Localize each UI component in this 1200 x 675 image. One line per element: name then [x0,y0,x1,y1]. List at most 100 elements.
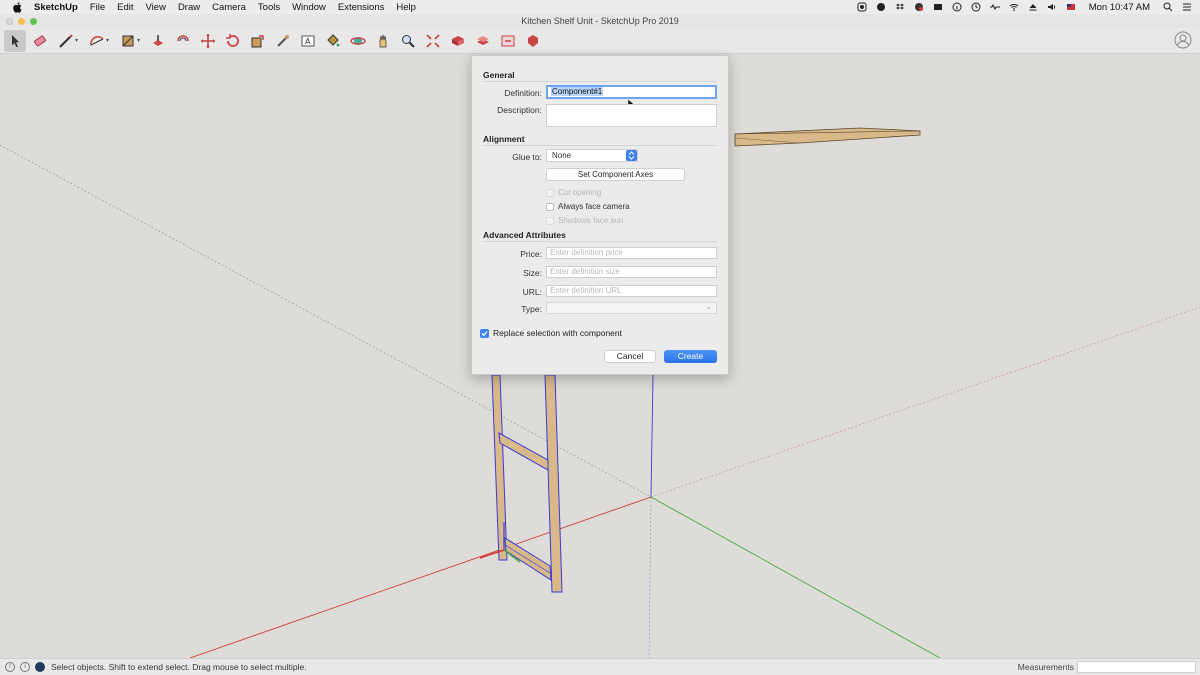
menu-help[interactable]: Help [396,2,416,13]
apple-icon[interactable] [12,1,24,13]
time-machine-icon[interactable] [971,2,981,12]
layout-tool-icon[interactable] [497,30,519,52]
alignment-section-title: Alignment [483,134,525,144]
notification-center-icon[interactable] [1182,2,1192,12]
shelf-board[interactable] [734,127,921,147]
flag-icon[interactable] [1066,2,1076,12]
general-section-title: General [483,70,515,80]
zoom-tool-icon[interactable] [397,30,419,52]
menu-file[interactable]: File [90,2,105,13]
pan-tool-icon[interactable] [372,30,394,52]
measurements-label: Measurements [1017,662,1074,672]
eject-icon[interactable] [1028,2,1038,12]
extension-warehouse-icon[interactable] [472,30,494,52]
info-icon[interactable] [952,2,962,12]
type-select[interactable]: ⌄ [546,302,717,314]
glue-to-select[interactable]: None [546,149,638,162]
shadows-face-sun-checkbox [546,216,554,225]
cancel-button[interactable]: Cancel [604,350,656,363]
menu-tools[interactable]: Tools [258,2,280,13]
glue-to-label: Glue to: [512,152,542,162]
menu-app-name[interactable]: SketchUp [34,2,78,13]
type-label: Type: [521,304,542,314]
paint-bucket-tool-icon[interactable] [322,30,344,52]
menu-extensions[interactable]: Extensions [338,2,384,13]
text-tool-icon[interactable]: A [297,30,319,52]
create-component-dialog: General Definition: Component#1 Descript… [471,55,729,375]
move-tool-icon[interactable] [197,30,219,52]
always-face-camera-checkbox[interactable] [546,202,554,211]
description-label: Description: [497,105,542,115]
eraser-tool-icon[interactable] [29,30,51,52]
select-arrows-icon [626,150,637,161]
select-tool-icon[interactable] [4,29,26,52]
always-face-camera-option[interactable]: Always face camera [546,202,630,211]
status-message: Select objects. Shift to extend select. … [51,662,307,672]
arc-tool-icon[interactable]: ▾ [85,30,113,52]
svg-text:A: A [305,37,311,46]
set-component-axes-button[interactable]: Set Component Axes [546,168,685,181]
price-field[interactable]: Enter definition price [546,247,717,259]
size-field[interactable]: Enter definition size [546,266,717,278]
menu-camera[interactable]: Camera [212,2,246,13]
shape-tool-icon[interactable]: ▾ [116,30,144,52]
url-label: URL: [522,287,542,297]
section-divider [483,145,717,146]
menu-bar: SketchUp File Edit View Draw Camera Tool… [0,0,1200,14]
price-label: Price: [520,249,542,259]
advanced-attributes-title: Advanced Attributes [483,230,566,240]
size-label: Size: [523,268,542,278]
toolbar: ▾ ▾ ▾ A [0,28,1200,54]
always-face-camera-label: Always face camera [558,202,630,211]
menu-view[interactable]: View [146,2,166,13]
extension-manager-icon[interactable] [522,30,544,52]
spotlight-search-icon[interactable] [1163,2,1173,12]
measurements-field[interactable] [1077,661,1196,673]
blue-axis [650,374,654,498]
replace-selection-checkbox[interactable] [480,328,489,338]
push-pull-tool-icon[interactable] [147,30,169,52]
instructor-icon[interactable] [35,662,45,672]
line-tool-icon[interactable]: ▾ [54,30,82,52]
record-icon[interactable] [857,2,867,12]
red-axis [189,496,652,658]
offset-tool-icon[interactable] [172,30,194,52]
orbit-tool-icon[interactable] [347,30,369,52]
url-field[interactable]: Enter definition URL [546,285,717,297]
section-divider [483,81,717,82]
volume-icon[interactable] [1047,2,1057,12]
menubar-clock[interactable]: Mon 10:47 AM [1089,2,1150,13]
blue-axis-dotted [648,496,652,658]
tape-measure-tool-icon[interactable] [272,30,294,52]
replace-selection-option[interactable]: Replace selection with component [480,328,622,338]
glue-to-value: None [552,151,572,160]
geolocation-icon[interactable]: ! [5,662,15,672]
create-button[interactable]: Create [664,350,717,363]
zoom-extents-tool-icon[interactable] [422,30,444,52]
creative-cloud-icon[interactable] [914,2,924,12]
definition-field[interactable]: Component#1 [546,85,717,99]
definition-label: Definition: [504,88,542,98]
3d-warehouse-icon[interactable] [447,30,469,52]
shadows-face-sun-option: Shadows face sun [546,216,623,225]
cut-opening-checkbox [546,188,554,197]
credits-info-icon[interactable]: i [20,662,30,672]
message-icon[interactable] [933,2,943,12]
window-title-bar: Kitchen Shelf Unit - SketchUp Pro 2019 [0,14,1200,28]
rotate-tool-icon[interactable] [222,30,244,52]
menu-window[interactable]: Window [292,2,326,13]
wifi-icon[interactable] [1009,2,1019,12]
user-profile-icon[interactable] [1174,31,1192,49]
shelf-side-frame[interactable] [491,374,563,593]
activity-icon[interactable] [989,2,1000,12]
menu-draw[interactable]: Draw [178,2,200,13]
menu-edit[interactable]: Edit [117,2,133,13]
scale-tool-icon[interactable] [247,30,269,52]
description-field[interactable] [546,104,717,127]
chat-icon[interactable] [876,2,886,12]
shadows-face-sun-label: Shadows face sun [558,216,624,225]
green-axis [650,496,941,658]
definition-value: Component#1 [551,87,604,96]
cut-opening-label: Cut opening [558,188,602,197]
dropbox-icon[interactable] [895,2,905,12]
